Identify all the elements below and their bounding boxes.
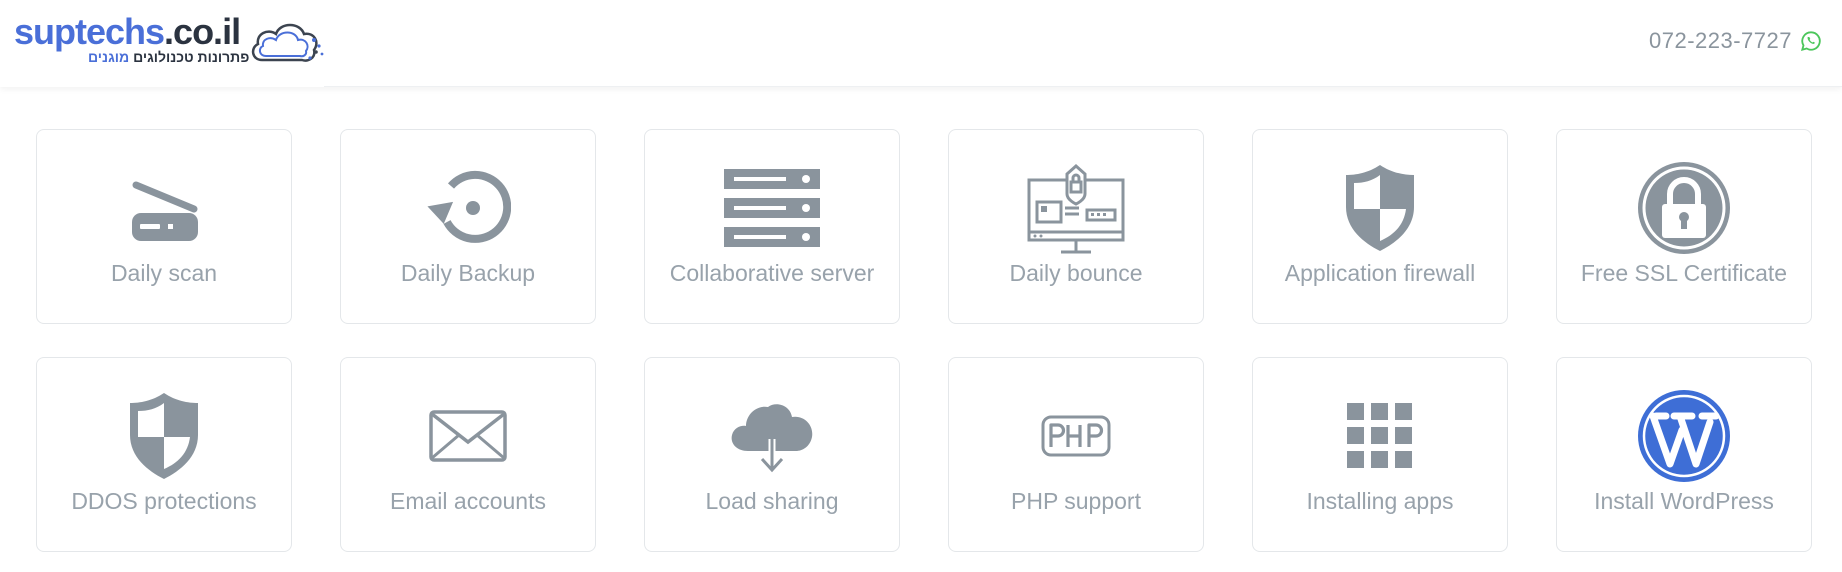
whatsapp-icon[interactable] bbox=[1800, 30, 1822, 52]
logo-wordmark: suptechs.co.il bbox=[14, 11, 241, 52]
backup-icon bbox=[427, 170, 511, 243]
shield-icon bbox=[1346, 165, 1414, 251]
lock-icon bbox=[1638, 162, 1730, 254]
service-label: Free SSL Certificate bbox=[1580, 260, 1788, 286]
service-card-load-sharing[interactable]: Load sharing bbox=[644, 357, 900, 552]
site-header: suptechs.co.il פתרונות טכנולוגים מוגנים … bbox=[0, 0, 1842, 87]
service-label: Email accounts bbox=[390, 488, 546, 514]
scanner-icon bbox=[132, 181, 198, 241]
service-card-email-accounts[interactable]: Email accounts bbox=[340, 357, 596, 552]
service-label: Install WordPress bbox=[1594, 488, 1774, 514]
service-card-installing-apps[interactable]: Installing apps bbox=[1252, 357, 1508, 552]
cloud-logo-icon bbox=[251, 23, 324, 62]
service-label: DDOS protections bbox=[71, 488, 257, 514]
secure-monitor-icon bbox=[1027, 163, 1125, 254]
service-label: Daily Backup bbox=[400, 260, 536, 286]
server-icon bbox=[724, 169, 820, 247]
service-card-install-wordpress[interactable]: Install WordPress bbox=[1556, 357, 1812, 552]
logo-brand: suptechs bbox=[14, 11, 165, 52]
service-label: Daily bounce bbox=[1009, 260, 1143, 286]
service-card-php-support[interactable]: PHP support bbox=[948, 357, 1204, 552]
wordpress-icon bbox=[1638, 390, 1730, 482]
apps-grid-icon bbox=[1347, 403, 1412, 468]
service-card-daily-backup[interactable]: Daily Backup bbox=[340, 129, 596, 324]
logo-domain: .co.il bbox=[164, 11, 241, 52]
service-label: Collaborative server bbox=[669, 260, 875, 286]
service-label: Load sharing bbox=[705, 488, 839, 514]
logo-tagline: פתרונות טכנולוגים מוגנים bbox=[88, 49, 249, 65]
service-card-free-ssl[interactable]: Free SSL Certificate bbox=[1556, 129, 1812, 324]
logo-tagline-accent: מוגנים bbox=[88, 49, 130, 65]
service-card-daily-scan[interactable]: Daily scan bbox=[36, 129, 292, 324]
envelope-icon bbox=[429, 410, 507, 462]
service-label: Application firewall bbox=[1284, 260, 1476, 286]
logo-tagline-main: פתרונות טכנולוגים bbox=[133, 49, 250, 65]
phone-contact[interactable]: 072-223-7727 bbox=[1649, 28, 1822, 54]
service-card-application-firewall[interactable]: Application firewall bbox=[1252, 129, 1508, 324]
service-card-ddos-protections[interactable]: DDOS protections bbox=[36, 357, 292, 552]
service-card-daily-bounce[interactable]: Daily bounce bbox=[948, 129, 1204, 324]
service-label: PHP support bbox=[1011, 488, 1141, 514]
service-card-collaborative-server[interactable]: Collaborative server bbox=[644, 129, 900, 324]
php-icon bbox=[1041, 415, 1111, 457]
cloud-download-icon bbox=[731, 404, 813, 473]
service-label: Daily scan bbox=[110, 260, 218, 286]
phone-number[interactable]: 072-223-7727 bbox=[1649, 28, 1792, 54]
site-logo[interactable]: suptechs.co.il פתרונות טכנולוגים מוגנים bbox=[0, 0, 324, 87]
service-label: Installing apps bbox=[1306, 488, 1454, 514]
services-grid: Daily scan Daily Backup Collaborative se… bbox=[36, 129, 1812, 552]
shield-icon bbox=[130, 393, 198, 479]
